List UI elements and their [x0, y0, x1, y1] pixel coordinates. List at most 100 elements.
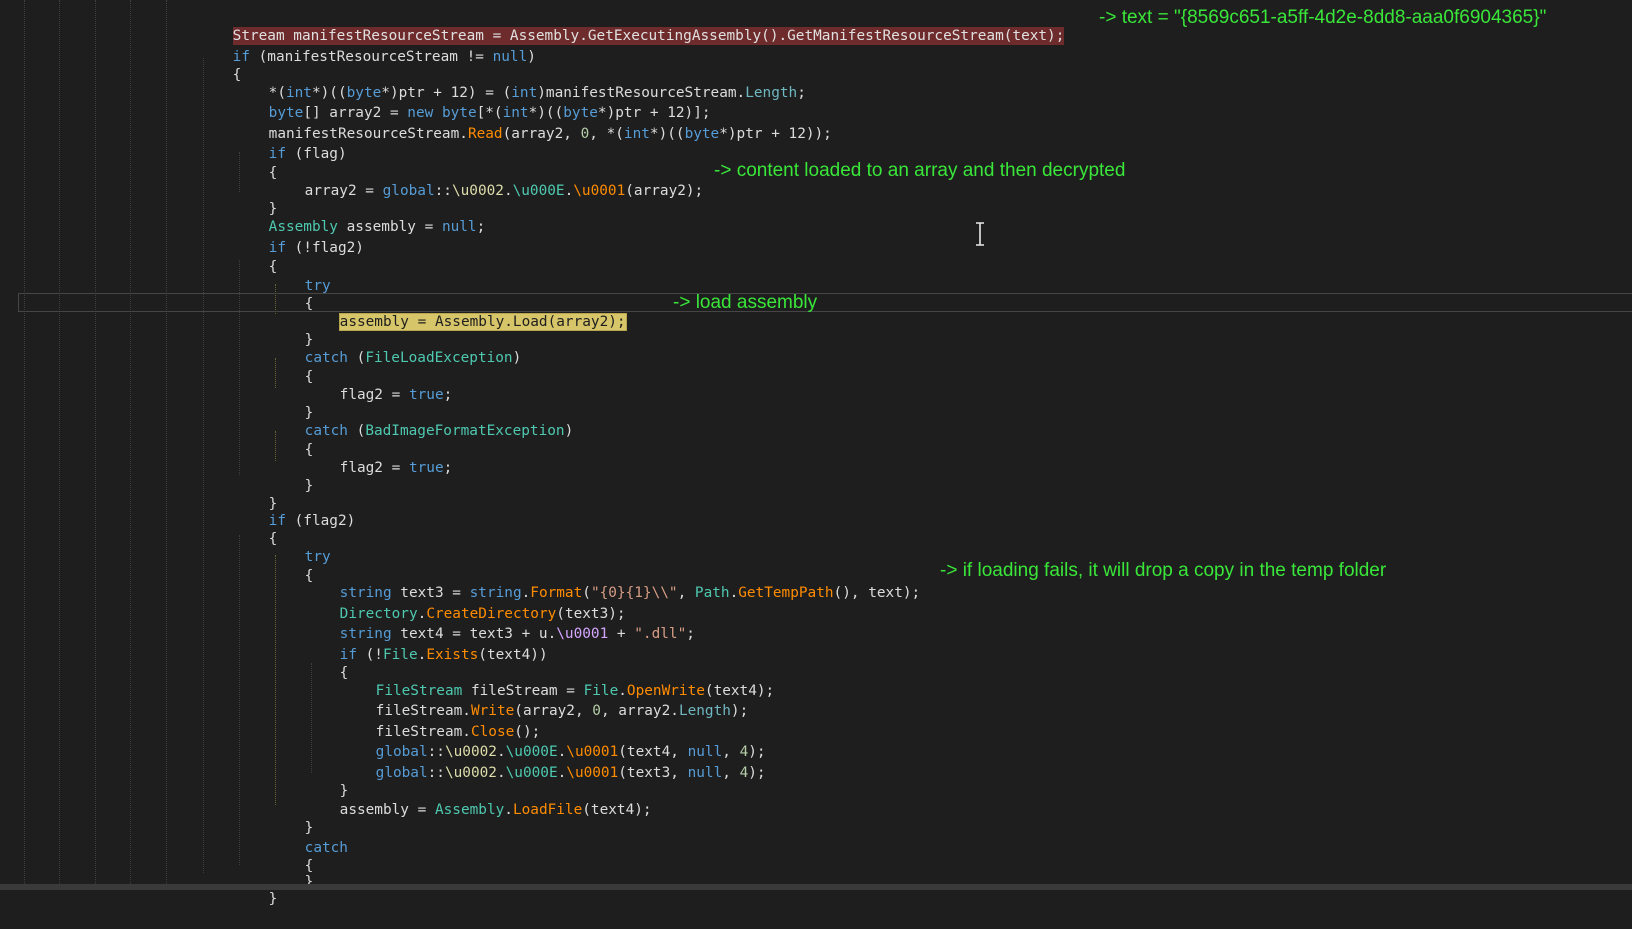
code-token: \u0001 — [556, 626, 609, 642]
code-token: ; — [686, 626, 695, 642]
code-line[interactable]: try — [270, 256, 331, 294]
horizontal-scrollbar[interactable] — [0, 884, 1632, 890]
code-line[interactable]: catch (FileLoadException) — [270, 328, 522, 366]
annotation-drop-temp: -> if loading fails, it will drop a copy… — [940, 560, 1387, 581]
code-line[interactable]: { — [270, 420, 314, 458]
text-cursor-ibeam-icon — [976, 222, 984, 246]
code-token: \u0001 — [566, 765, 619, 781]
code-token: (text3, — [618, 765, 688, 781]
code-line[interactable]: } — [234, 179, 278, 217]
indent-guide — [239, 535, 240, 865]
code-line[interactable]: if (flag2) — [234, 491, 356, 529]
code-line[interactable]: Stream manifestResourceStream = Assembly… — [198, 6, 1065, 45]
code-token: . — [504, 802, 513, 818]
code-line[interactable]: string text3 = string.Format("{0}{1}\\",… — [305, 563, 921, 601]
code-token: flag2 = — [339, 460, 409, 476]
code-token: ; — [476, 219, 486, 235]
code-line[interactable]: } — [270, 310, 314, 348]
code-token: \u000E — [512, 183, 565, 199]
code-line[interactable]: { — [234, 509, 278, 547]
code-token: (!flag2) — [285, 240, 364, 256]
code-token: . — [503, 183, 513, 199]
code-token: int — [623, 126, 650, 142]
code-token: ) — [512, 350, 522, 366]
code-line[interactable]: } — [270, 456, 314, 494]
code-token: ; — [797, 85, 806, 101]
code-token: ( — [347, 423, 366, 439]
code-line[interactable]: flag2 = true; — [305, 438, 453, 476]
code-token: . — [557, 765, 567, 781]
code-token: 0 — [592, 703, 601, 719]
code-line[interactable]: if (!File.Exists(text4)) — [305, 625, 548, 663]
code-line[interactable]: flag2 = true; — [305, 365, 453, 403]
code-token: , *( — [589, 126, 624, 142]
code-line[interactable]: global::\u0002.\u000E.\u0001(text3, null… — [341, 743, 766, 781]
code-token: } — [268, 891, 278, 907]
code-line[interactable]: array2 = global::\u0002.\u000E.\u0001(ar… — [270, 161, 704, 199]
code-token: ); — [748, 765, 766, 781]
code-line[interactable]: string text4 = text3 + u.\u0001 + ".dll"… — [305, 604, 695, 642]
code-token: FileLoadException — [365, 350, 513, 366]
code-token: Read — [467, 126, 503, 142]
code-line[interactable]: catch (BadImageFormatException) — [270, 401, 574, 439]
code-line[interactable]: catch — [270, 818, 348, 856]
code-token: , array2. — [600, 703, 679, 719]
code-token: (text4); — [582, 802, 652, 818]
code-token: . — [729, 585, 739, 601]
code-line[interactable]: { — [270, 347, 314, 385]
code-token: LoadFile — [512, 802, 583, 818]
code-token: byte — [684, 126, 720, 142]
code-line[interactable]: } — [305, 761, 349, 799]
code-token: Assembly — [434, 802, 505, 818]
indent-guide — [59, 0, 60, 890]
code-line[interactable]: *(int*)((byte*)ptr + 12) = (int)manifest… — [234, 63, 806, 101]
current-line-highlight — [18, 293, 1632, 312]
code-token: ); — [730, 703, 749, 719]
code-line[interactable]: global::\u0002.\u000E.\u0001(text4, null… — [341, 722, 766, 760]
code-token: , — [722, 765, 740, 781]
indent-guide — [166, 0, 167, 890]
code-token: *)ptr + 12)); — [719, 126, 832, 142]
code-line[interactable]: Assembly assembly = null; — [234, 197, 486, 235]
code-token: BadImageFormatException — [365, 423, 565, 439]
code-line[interactable]: { — [270, 274, 314, 312]
code-line[interactable]: if (manifestResourceStream != null) — [198, 27, 536, 65]
code-token: ( — [347, 350, 366, 366]
code-line[interactable]: if (!flag2) — [234, 218, 364, 256]
code-line[interactable]: { — [198, 45, 242, 83]
code-editor[interactable]: Stream manifestResourceStream = Assembly… — [0, 0, 1632, 907]
code-token: global — [375, 765, 428, 781]
code-line[interactable]: assembly = Assembly.LoadFile(text4); — [305, 780, 652, 818]
indent-guide — [130, 0, 131, 890]
code-token: :: — [427, 765, 445, 781]
annotation-text-value: -> text = "{8569c651-a5ff-4d2e-8dd8-aaa0… — [1099, 7, 1547, 28]
code-line[interactable]: if (flag) — [234, 124, 347, 162]
code-token: (flag) — [285, 146, 347, 162]
code-token: 4 — [739, 765, 749, 781]
code-line[interactable]: byte[] array2 = new byte[*(int*)((byte*)… — [234, 83, 711, 121]
code-line[interactable]: try — [270, 527, 331, 565]
code-line[interactable]: } — [270, 383, 314, 421]
code-line[interactable]: Directory.CreateDirectory(text3); — [305, 584, 626, 622]
code-line[interactable]: fileStream.Close(); — [341, 702, 541, 740]
code-line[interactable]: assembly = Assembly.Load(array2); — [305, 292, 627, 331]
code-token: (), text); — [833, 585, 921, 601]
code-line[interactable]: { — [234, 143, 278, 181]
code-token: true — [408, 460, 444, 476]
annotation-load-assembly: -> load assembly — [673, 292, 818, 313]
code-token: null — [441, 219, 477, 235]
code-token: (array2, — [502, 126, 581, 142]
code-token: \u0001 — [573, 183, 626, 199]
code-token: *)(( — [649, 126, 685, 142]
code-line[interactable]: fileStream.Write(array2, 0, array2.Lengt… — [341, 681, 749, 719]
code-token: assembly = — [339, 802, 435, 818]
indent-guide — [203, 58, 204, 873]
code-line[interactable]: { — [305, 643, 349, 681]
code-line[interactable]: { — [234, 237, 278, 275]
code-line[interactable]: } — [270, 798, 314, 836]
annotation-decrypted: -> content loaded to an array and then d… — [714, 160, 1126, 181]
code-token: Path — [694, 585, 730, 601]
indent-guide — [24, 0, 25, 890]
code-line[interactable]: FileStream fileStream = File.OpenWrite(t… — [341, 661, 775, 699]
code-line[interactable]: manifestResourceStream.Read(array2, 0, *… — [234, 104, 832, 142]
